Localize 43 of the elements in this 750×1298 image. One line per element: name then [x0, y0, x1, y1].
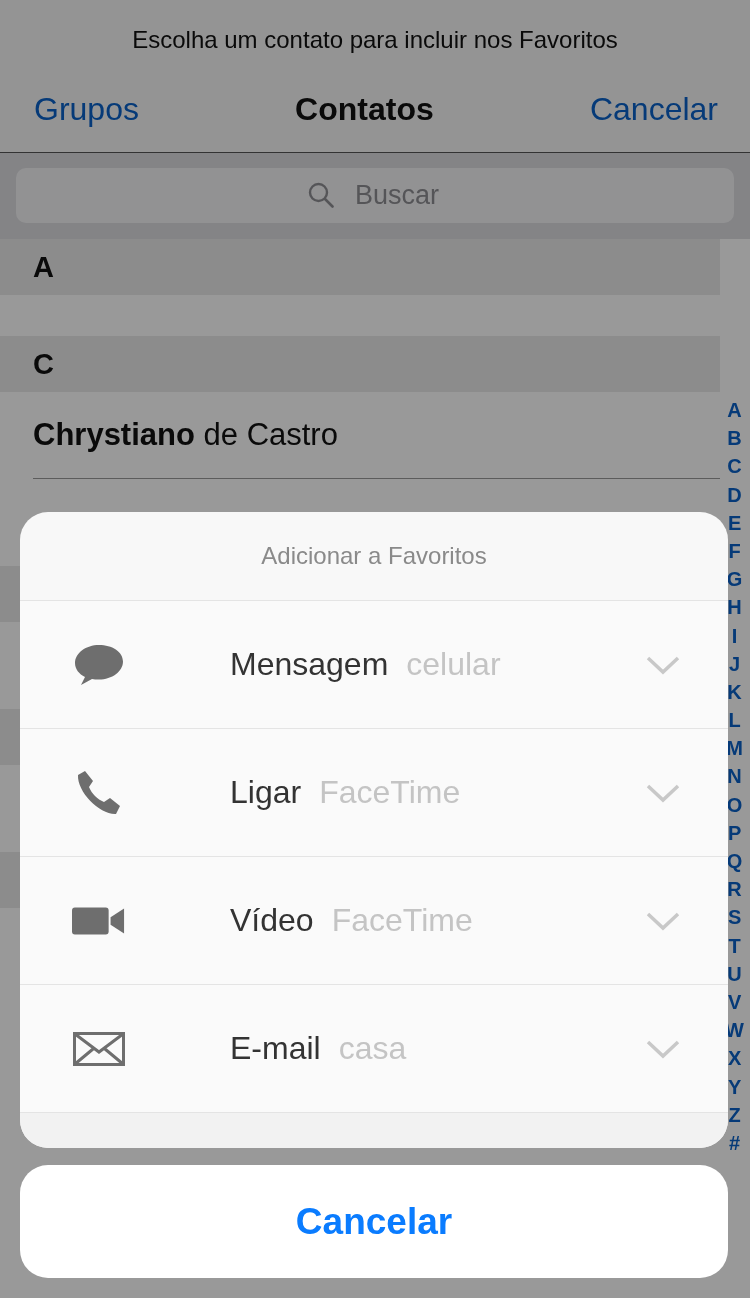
chevron-down-icon — [646, 654, 680, 675]
chevron-down-icon — [646, 782, 680, 803]
section-letter: C — [33, 347, 54, 381]
index-letter[interactable]: T — [728, 931, 741, 960]
index-letter[interactable]: G — [726, 565, 743, 594]
index-letter[interactable]: V — [727, 987, 742, 1017]
index-letter[interactable]: C — [727, 452, 742, 481]
index-letter[interactable]: F — [728, 536, 741, 566]
index-letter[interactable]: # — [729, 1128, 741, 1158]
chevron-down-icon — [646, 910, 680, 931]
nav-title: Contatos — [295, 90, 434, 128]
search-icon — [308, 182, 334, 208]
cancel-button[interactable]: Cancelar — [20, 1165, 728, 1278]
index-letter[interactable]: D — [727, 480, 742, 509]
index-letter[interactable]: I — [731, 621, 738, 650]
index-letter[interactable]: Y — [727, 1072, 742, 1101]
index-letter[interactable]: R — [727, 875, 742, 904]
index-letter[interactable]: A — [727, 396, 742, 425]
search-field[interactable]: Buscar — [16, 168, 734, 223]
index-letter[interactable]: H — [727, 593, 742, 622]
index-letter[interactable]: B — [727, 424, 742, 453]
index-letter[interactable]: L — [728, 706, 741, 735]
cancel-link[interactable]: Cancelar — [589, 90, 718, 128]
index-letter[interactable]: J — [729, 649, 741, 678]
index-letter[interactable]: N — [727, 762, 742, 791]
index-letter[interactable]: K — [727, 677, 742, 707]
index-letter[interactable]: X — [727, 1044, 742, 1073]
index-letter[interactable]: E — [727, 508, 742, 537]
index-letter[interactable]: Q — [726, 847, 743, 876]
section-letter: A — [33, 250, 54, 284]
envelope-icon — [73, 1031, 125, 1066]
speech-bubble-icon — [74, 642, 124, 687]
index-letter[interactable]: Z — [728, 1100, 741, 1129]
index-letter[interactable]: O — [726, 790, 743, 819]
chevron-down-icon — [646, 1038, 680, 1059]
index-letter[interactable]: P — [727, 818, 742, 847]
contact-row[interactable]: Chrystiano de Castro — [33, 392, 720, 479]
phone-icon — [75, 768, 123, 817]
index-letter[interactable]: U — [727, 959, 742, 988]
contact-name: Chrystiano de Castro — [33, 417, 338, 453]
index-letter[interactable]: S — [727, 903, 742, 932]
prompt-text: Escolha um contato para incluir nos Favoritos — [132, 25, 618, 55]
groups-link[interactable]: Grupos — [34, 90, 139, 128]
